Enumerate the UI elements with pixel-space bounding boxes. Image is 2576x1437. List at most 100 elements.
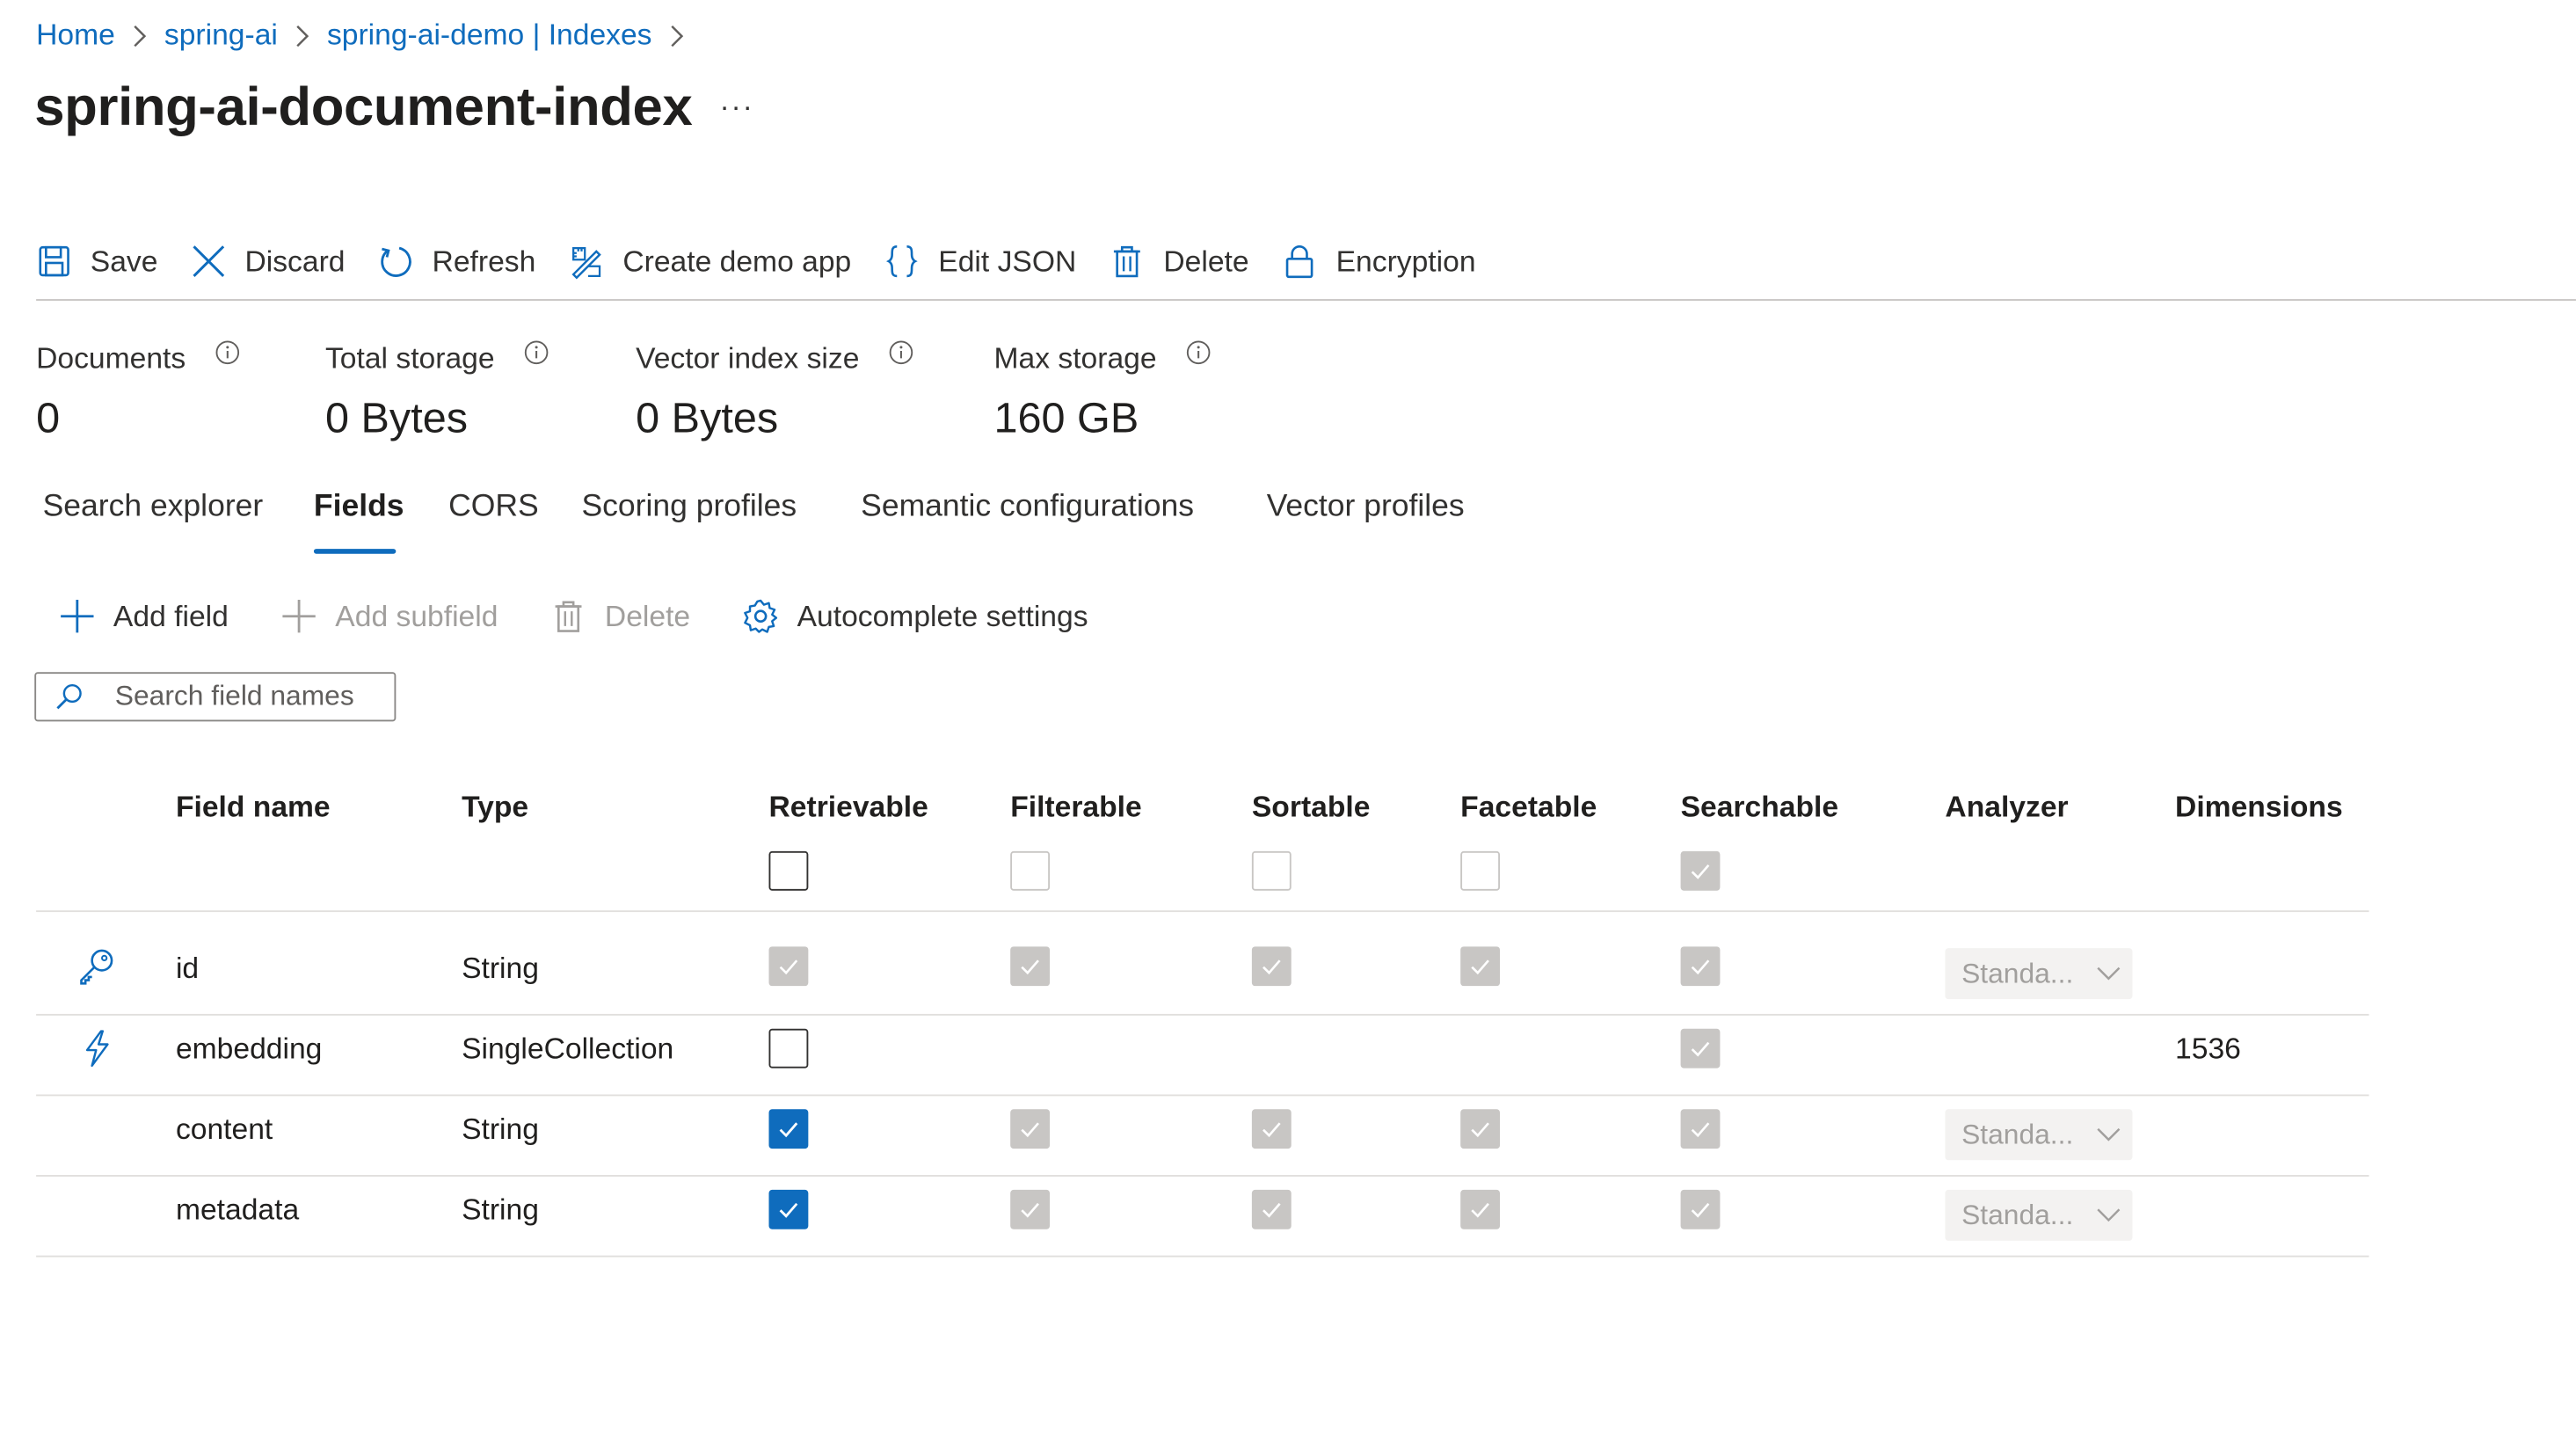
sortable-checkbox xyxy=(1251,1189,1292,1229)
checkmark-icon xyxy=(1021,1122,1039,1138)
command-bar-divider xyxy=(36,299,2576,301)
sortable-checkbox xyxy=(1251,1109,1292,1149)
searchable-checkbox xyxy=(1680,1028,1721,1069)
search-icon xyxy=(55,682,84,711)
field-type: String xyxy=(462,1112,539,1146)
searchable-checkbox xyxy=(1680,1189,1721,1229)
facetable-checkbox xyxy=(1460,946,1501,987)
tab-search-explorer[interactable]: Search explorer xyxy=(43,490,264,526)
field-search-box xyxy=(34,672,397,722)
checkmark-icon xyxy=(1691,1202,1710,1218)
searchable-checkbox xyxy=(1680,1109,1721,1149)
stat-value: 160 GB xyxy=(993,392,1139,442)
facetable-checkbox xyxy=(1460,1189,1501,1229)
retrievable-all-checkbox[interactable] xyxy=(768,850,809,891)
discard-button[interactable]: Discard xyxy=(191,244,345,280)
column-header-field-name[interactable]: Field name xyxy=(176,791,331,825)
save-icon xyxy=(36,244,72,280)
chevron-down-icon xyxy=(2096,1127,2121,1142)
facetable-all-checkbox xyxy=(1460,850,1501,891)
info-icon[interactable] xyxy=(889,340,913,365)
column-header-searchable[interactable]: Searchable xyxy=(1681,791,1839,825)
checkmark-icon xyxy=(1021,959,1039,975)
column-header-analyzer[interactable]: Analyzer xyxy=(1945,791,2068,825)
gear-icon xyxy=(743,598,779,634)
field-name: embedding xyxy=(175,1032,323,1065)
trash-icon xyxy=(1110,244,1146,280)
add-subfield-button[interactable]: Add subfield xyxy=(281,598,498,634)
info-icon[interactable] xyxy=(1186,340,1211,365)
checkmark-icon xyxy=(1263,1202,1281,1218)
field-name: metadata xyxy=(175,1193,300,1226)
column-header-facetable[interactable]: Facetable xyxy=(1460,791,1597,825)
checkmark-icon xyxy=(1691,864,1710,879)
retrievable-checkbox[interactable] xyxy=(768,1109,809,1149)
row-divider xyxy=(36,1255,2369,1258)
refresh-button[interactable]: Refresh xyxy=(378,244,535,280)
checkmark-icon xyxy=(1471,1202,1489,1218)
row-divider xyxy=(36,910,2369,913)
chevron-down-icon xyxy=(2096,967,2121,981)
row-divider xyxy=(36,1013,2369,1016)
info-icon[interactable] xyxy=(524,340,549,365)
encryption-button[interactable]: Encryption xyxy=(1282,244,1476,280)
tab-scoring-profiles[interactable]: Scoring profiles xyxy=(581,490,797,526)
chevron-right-icon xyxy=(295,24,311,47)
analyzer-dropdown: Standa... xyxy=(1945,1189,2133,1241)
tab-fields[interactable]: Fields xyxy=(314,490,404,526)
stat-vector-index-size: Vector index size 0 Bytes xyxy=(636,340,913,444)
delete-index-button[interactable]: Delete xyxy=(1110,244,1249,280)
save-button[interactable]: Save xyxy=(36,244,157,280)
checkmark-icon xyxy=(1021,1202,1039,1218)
retrievable-checkbox[interactable] xyxy=(768,1189,809,1229)
add-field-button[interactable]: Add field xyxy=(59,598,229,634)
filterable-checkbox xyxy=(1010,1109,1051,1149)
checkmark-icon xyxy=(1471,959,1489,975)
analyzer-dropdown: Standa... xyxy=(1945,948,2133,1000)
searchable-checkbox xyxy=(1680,946,1721,987)
field-name: id xyxy=(175,951,200,985)
checkmark-icon xyxy=(1263,959,1281,975)
stat-total-storage: Total storage 0 Bytes xyxy=(325,340,549,444)
fields-toolbar: Add field Add subfield Delete Autocomple… xyxy=(59,592,1140,641)
column-header-filterable[interactable]: Filterable xyxy=(1010,791,1142,825)
checkmark-icon xyxy=(1691,959,1710,975)
more-options-button[interactable]: ··· xyxy=(719,91,753,125)
delete-field-button[interactable]: Delete xyxy=(550,598,690,634)
chevron-right-icon xyxy=(668,24,685,47)
tab-vector-profiles[interactable]: Vector profiles xyxy=(1267,490,1465,526)
breadcrumb-home[interactable]: Home xyxy=(36,18,115,53)
stat-max-storage: Max storage 160 GB xyxy=(993,340,1212,444)
refresh-icon xyxy=(378,244,414,280)
column-header-dimensions[interactable]: Dimensions xyxy=(2175,791,2343,825)
checkmark-icon xyxy=(779,1202,798,1218)
field-type: SingleCollection xyxy=(462,1032,674,1065)
trash-icon xyxy=(550,598,586,634)
stat-value: 0 Bytes xyxy=(636,392,779,442)
checkmark-icon xyxy=(779,959,798,975)
chevron-right-icon xyxy=(132,24,149,47)
column-header-retrievable[interactable]: Retrievable xyxy=(769,791,928,825)
tab-cors[interactable]: CORS xyxy=(448,490,539,526)
checkmark-icon xyxy=(1263,1122,1281,1138)
field-type: String xyxy=(462,1193,539,1226)
checkmark-icon xyxy=(1471,1122,1489,1138)
info-icon[interactable] xyxy=(215,340,240,365)
breadcrumb-spring-ai[interactable]: spring-ai xyxy=(164,18,278,53)
search-input[interactable] xyxy=(114,680,378,713)
column-header-sortable[interactable]: Sortable xyxy=(1252,791,1371,825)
edit-json-button[interactable]: Edit JSON xyxy=(884,244,1076,280)
column-header-type[interactable]: Type xyxy=(462,791,528,825)
tab-semantic-configurations[interactable]: Semantic configurations xyxy=(861,490,1194,526)
design-tools-icon xyxy=(569,244,605,280)
plus-icon xyxy=(59,598,95,634)
autocomplete-settings-button[interactable]: Autocomplete settings xyxy=(743,598,1088,634)
create-demo-app-button[interactable]: Create demo app xyxy=(569,244,851,280)
checkmark-icon xyxy=(1691,1122,1710,1138)
retrievable-checkbox[interactable] xyxy=(768,1028,809,1069)
lock-icon xyxy=(1282,244,1318,280)
retrievable-checkbox xyxy=(768,946,809,987)
row-divider xyxy=(36,1175,2369,1177)
breadcrumb-indexes[interactable]: spring-ai-demo | Indexes xyxy=(327,18,652,53)
filterable-checkbox xyxy=(1010,946,1051,987)
